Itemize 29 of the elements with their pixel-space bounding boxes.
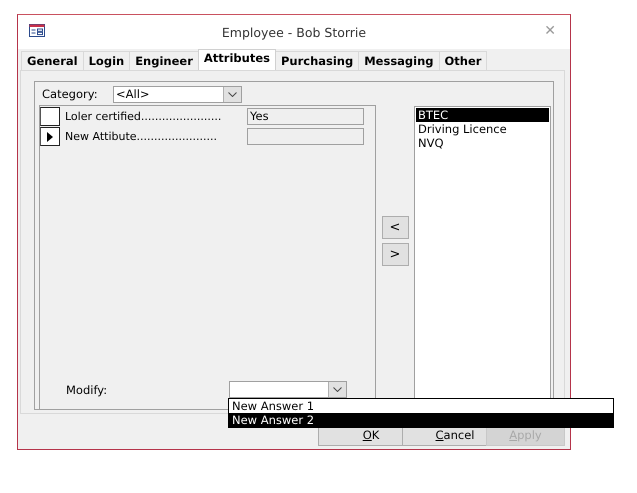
list-item[interactable]: NVQ <box>416 136 549 150</box>
attribute-label: Loler certified....................... <box>65 110 222 123</box>
field-label: Modify: <box>66 382 108 396</box>
tab[interactable]: Login <box>82 51 130 70</box>
window-title: Employee - Bob Storrie <box>222 24 366 40</box>
field-label: Category: <box>41 87 99 101</box>
dropdown-option[interactable]: New Answer 1 <box>229 399 613 413</box>
attribute-value-field[interactable]: Yes <box>247 108 364 125</box>
tab[interactable]: Messaging <box>358 51 440 70</box>
tab[interactable]: Other <box>438 51 488 70</box>
dropdown-option[interactable]: New Answer 2 <box>229 413 613 427</box>
current-record-icon <box>47 132 53 142</box>
move-button[interactable]: > <box>382 243 408 266</box>
move-button[interactable]: < <box>382 216 408 239</box>
tab[interactable]: Attributes <box>198 49 276 70</box>
chevron-down-icon <box>228 92 237 96</box>
category-dropdown[interactable]: <All> <box>113 86 242 102</box>
attribute-label: New Attibute....................... <box>65 130 218 143</box>
tab[interactable]: Engineer <box>129 51 199 70</box>
record-selector[interactable] <box>40 107 60 126</box>
record-selector[interactable] <box>40 127 60 146</box>
chevron-down-icon <box>333 387 342 392</box>
form-icon <box>29 24 45 37</box>
attribute-value-field[interactable] <box>247 128 364 145</box>
modify-dropdown[interactable] <box>229 381 347 398</box>
list-item[interactable]: BTEC <box>416 108 549 122</box>
tab[interactable]: Purchasing <box>274 51 360 70</box>
tab[interactable]: General <box>21 51 84 70</box>
list-item[interactable]: Driving Licence <box>416 122 549 136</box>
